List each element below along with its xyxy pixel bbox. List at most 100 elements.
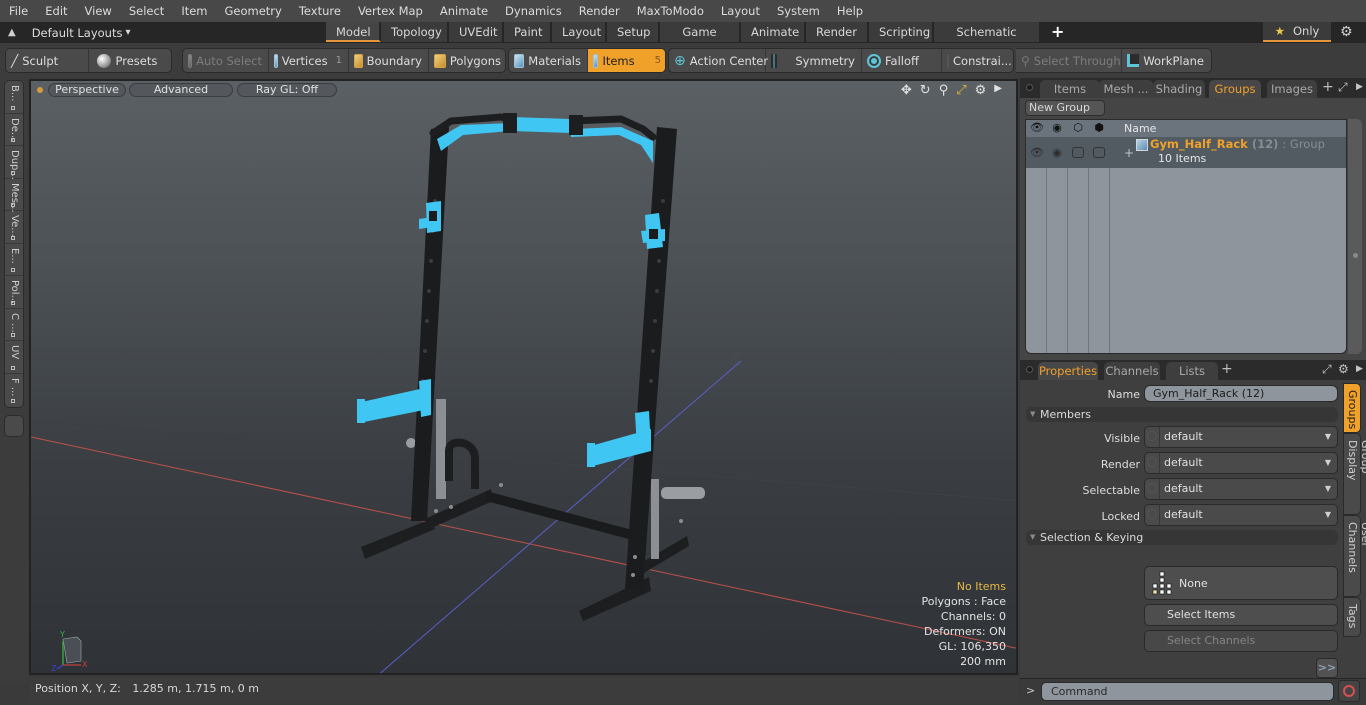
left-tab-duplicate[interactable]: Dup... — [5, 146, 23, 180]
menu-select[interactable]: Select — [120, 0, 172, 22]
gear-icon[interactable]: ⚙ — [1340, 24, 1353, 40]
view-perspective-button[interactable]: Perspective — [48, 83, 126, 97]
left-tab-mesh-edit[interactable]: Mes... — [5, 179, 23, 212]
presets-button[interactable]: Presets — [89, 49, 171, 72]
3d-viewport[interactable]: -Z Y X Z Perspective Advanced Ray GL: Of… — [29, 79, 1018, 675]
tab-images[interactable]: Images — [1267, 80, 1317, 98]
expand-panel-icon[interactable]: ⤢ — [1338, 80, 1348, 95]
record-macro-button[interactable] — [1338, 680, 1360, 702]
auto-select-button[interactable]: Auto Select — [183, 49, 269, 72]
name-field[interactable]: Gym_Half_Rack (12) — [1144, 385, 1338, 402]
collapse-up-icon[interactable]: ▲ — [8, 27, 16, 38]
tab-scripting[interactable]: Scripting — [869, 22, 934, 42]
menu-dynamics[interactable]: Dynamics — [496, 0, 570, 22]
only-tab[interactable]: ★ Only — [1263, 22, 1331, 42]
tab-animate[interactable]: Animate — [741, 22, 806, 42]
locked-radio[interactable] — [1147, 509, 1157, 519]
select-channels-button[interactable]: Select Channels — [1144, 630, 1338, 652]
properties-menu-dot[interactable] — [1026, 366, 1033, 373]
items-button[interactable]: Items 5 — [588, 49, 665, 72]
left-tab-fusion[interactable]: F ... — [5, 374, 23, 407]
render-radio[interactable] — [1147, 457, 1157, 467]
tab-topology[interactable]: Topology — [381, 22, 449, 42]
expand-group-icon[interactable]: + — [1124, 146, 1134, 160]
tab-layout[interactable]: Layout — [552, 22, 607, 42]
selection-set-none-button[interactable]: None — [1144, 566, 1338, 600]
selectable-dropdown[interactable]: default ▼ — [1144, 478, 1338, 500]
tab-paint[interactable]: Paint — [504, 22, 552, 42]
row-select-toggle[interactable] — [1072, 147, 1084, 158]
tab-shading[interactable]: Shading — [1153, 80, 1205, 98]
left-tab-uv[interactable]: UV — [5, 341, 23, 374]
tab-schematic-fusion[interactable]: Schematic Fusion — [934, 22, 1041, 59]
visible-dropdown[interactable]: default ▼ — [1144, 426, 1338, 448]
menu-geometry[interactable]: Geometry — [216, 0, 290, 22]
side-tab-group-display[interactable]: Group Display — [1343, 433, 1366, 515]
materials-button[interactable]: Materials — [509, 49, 588, 72]
left-tab-extra[interactable] — [4, 415, 24, 437]
tab-items[interactable]: Items — [1040, 80, 1100, 98]
maximize-view-icon[interactable]: ⤢ — [956, 83, 966, 98]
left-tab-curve[interactable]: C ... — [5, 309, 23, 341]
properties-gear-icon[interactable]: ⚙ — [1338, 362, 1349, 376]
menu-render[interactable]: Render — [570, 0, 628, 22]
action-center-button[interactable]: ⊕ Action Center — [669, 49, 768, 72]
group-list-scrollbar[interactable] — [1348, 119, 1362, 354]
panel-more-icon[interactable]: ▶ — [1356, 82, 1363, 92]
raygl-button[interactable]: Ray GL: Off — [237, 83, 337, 97]
more-options-button[interactable]: >> — [1316, 658, 1338, 678]
constraints-button[interactable]: Constrai... — [942, 49, 1013, 72]
menu-layout[interactable]: Layout — [712, 0, 768, 22]
row-lock-toggle[interactable] — [1093, 147, 1105, 158]
vertices-button[interactable]: Vertices 1 — [269, 49, 349, 72]
row-visibility-icon[interactable]: 👁 — [1030, 147, 1044, 159]
boundary-button[interactable]: Boundary — [349, 49, 429, 72]
side-tab-user-channels[interactable]: User Channels — [1343, 515, 1366, 597]
add-panel-tab-button[interactable]: + — [1322, 79, 1334, 95]
left-tab-polygon[interactable]: Pol... — [5, 276, 23, 309]
viewport-more-icon[interactable]: ▶ — [994, 83, 1002, 98]
row-render-icon[interactable]: ◉ — [1051, 147, 1063, 159]
left-tab-vertex[interactable]: Ve... — [5, 211, 23, 244]
menu-edit[interactable]: Edit — [36, 0, 75, 22]
tab-mesh[interactable]: Mesh ... — [1099, 80, 1153, 98]
tab-game-tools[interactable]: Game Tools — [660, 22, 741, 59]
viewport-status-dot[interactable] — [37, 87, 43, 93]
menu-system[interactable]: System — [768, 0, 828, 22]
group-row[interactable]: 👁 ◉ + Gym_Half_Rack (12) : Group 10 Item… — [1026, 137, 1346, 168]
left-tab-edge[interactable]: E... — [5, 244, 23, 276]
menu-file[interactable]: File — [0, 0, 36, 22]
select-cube-icon[interactable]: ⬡ — [1072, 122, 1084, 134]
add-tab-button[interactable]: + — [1041, 22, 1074, 43]
menu-help[interactable]: Help — [828, 0, 871, 22]
new-group-button[interactable]: New Group — [1025, 100, 1105, 116]
menu-maxtomodo[interactable]: MaxToModo — [628, 0, 712, 22]
selection-keying-section-header[interactable]: Selection & Keying — [1026, 530, 1338, 545]
default-layouts-dropdown[interactable]: ▲ Default Layouts ▾ — [8, 22, 131, 43]
side-tab-tags[interactable]: Tags — [1343, 597, 1361, 637]
visibility-eye-icon[interactable]: 👁 — [1030, 122, 1044, 134]
tab-properties[interactable]: Properties — [1038, 362, 1098, 380]
select-through-button[interactable]: ⚲ Select Through — [1016, 49, 1122, 72]
menu-animate[interactable]: Animate — [431, 0, 496, 22]
lock-cube-icon[interactable]: ⬢ — [1093, 122, 1105, 134]
tab-lists[interactable]: Lists — [1166, 362, 1218, 380]
rotate-view-icon[interactable]: ↻ — [920, 83, 931, 98]
move-view-icon[interactable]: ✥ — [901, 83, 912, 98]
tab-channels[interactable]: Channels — [1104, 362, 1160, 380]
symmetry-button[interactable]: Symmetry — [766, 49, 862, 72]
select-items-button[interactable]: Select Items — [1144, 604, 1338, 626]
left-tab-deform[interactable]: De... — [5, 114, 23, 146]
tab-render[interactable]: Render — [806, 22, 869, 42]
shading-advanced-button[interactable]: Advanced — [129, 83, 233, 97]
name-column-header[interactable]: Name — [1124, 120, 1156, 137]
falloff-button[interactable]: Falloff — [862, 49, 942, 72]
tab-groups[interactable]: Groups — [1209, 80, 1261, 98]
menu-view[interactable]: View — [76, 0, 120, 22]
menu-item[interactable]: Item — [172, 0, 215, 22]
panel-menu-dot[interactable] — [1026, 84, 1033, 91]
selectable-radio[interactable] — [1147, 483, 1157, 493]
render-dropdown[interactable]: default ▼ — [1144, 452, 1338, 474]
add-properties-tab-button[interactable]: + — [1221, 361, 1233, 377]
viewport-settings-icon[interactable]: ⚙ — [975, 83, 987, 98]
